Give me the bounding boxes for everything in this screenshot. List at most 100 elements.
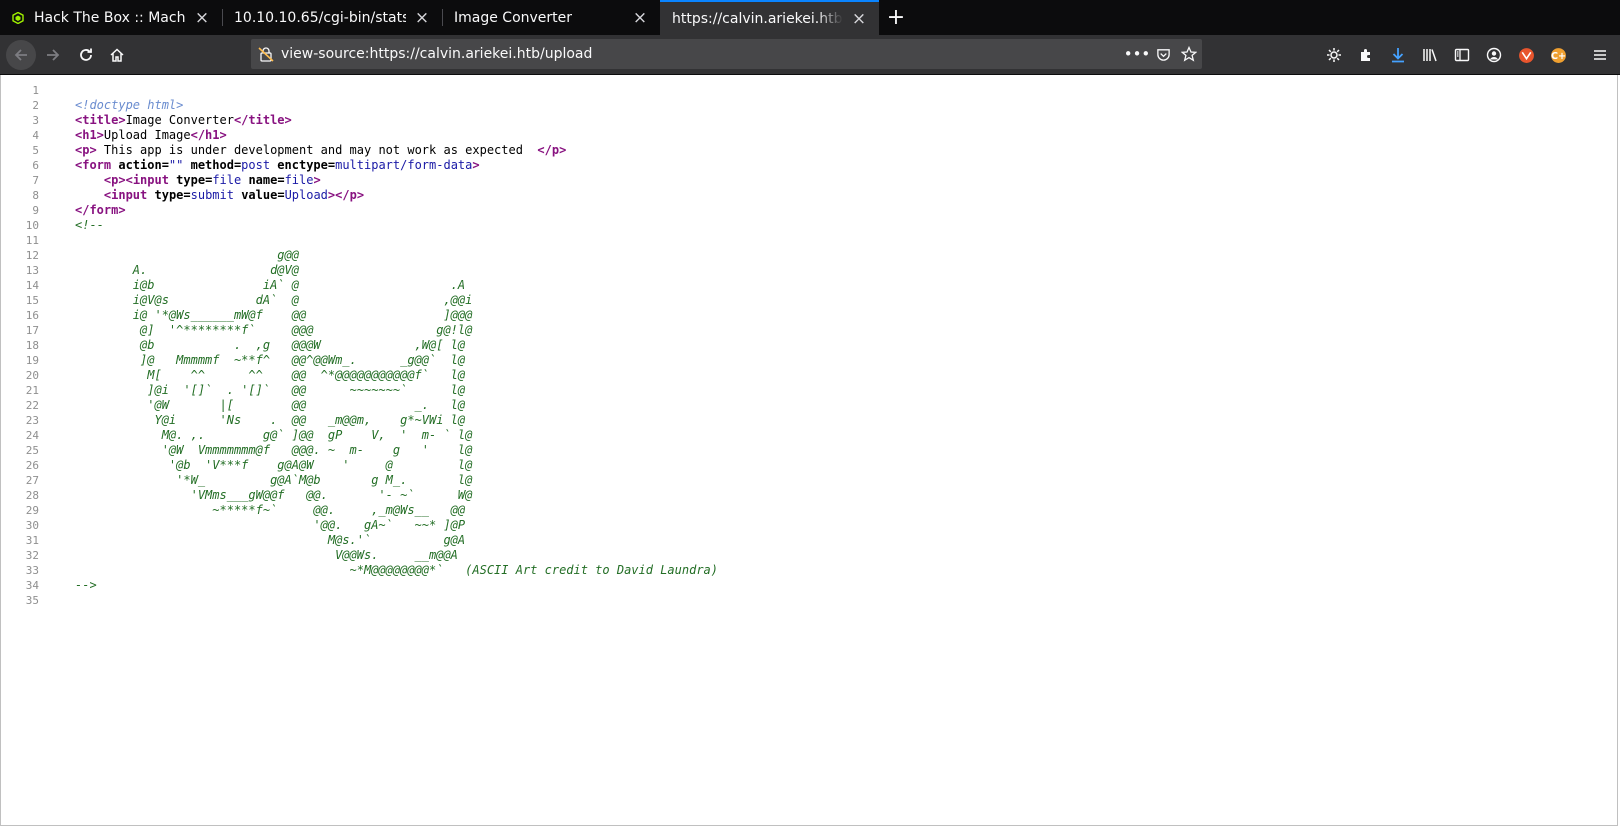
cookie-extension-icon[interactable]: C+ xyxy=(1546,43,1570,67)
close-icon[interactable]: × xyxy=(851,9,867,29)
source-line: 25 '@W Vmmmmmmm@f @@@. ~ m- g ' l@ xyxy=(1,443,1617,458)
account-icon[interactable] xyxy=(1482,43,1506,67)
line-number: 34 xyxy=(25,579,39,592)
line-number: 12 xyxy=(25,249,39,262)
fox-extension-icon[interactable] xyxy=(1514,43,1538,67)
new-tab-button[interactable]: + xyxy=(879,0,913,35)
source-line: 20 M[ ^^ ^^ @@ ^*@@@@@@@@@@@f` l@ xyxy=(1,368,1617,383)
view-source-content: 1 2 <!doctype html> 3 <title>Image Convert… xyxy=(0,75,1618,826)
line-number: 8 xyxy=(32,189,39,202)
source-line: 9 </form> xyxy=(1,203,1617,218)
tab-image-converter[interactable]: Image Converter × xyxy=(442,0,660,35)
line-number: 10 xyxy=(25,219,39,232)
close-icon[interactable]: × xyxy=(632,8,648,28)
ascii-art-line: V@@Ws. __m@@A xyxy=(75,548,458,562)
library-icon[interactable] xyxy=(1418,43,1442,67)
address-bar[interactable]: view-source:https://calvin.ariekei.htb/u… xyxy=(251,39,1202,69)
line-number: 1 xyxy=(32,84,39,97)
close-icon[interactable]: × xyxy=(194,8,210,28)
html-tag: ></p> xyxy=(327,188,365,202)
source-line: 2 <!doctype html> xyxy=(1,98,1617,113)
ascii-art-line: ~*M@@@@@@@@*` xyxy=(75,563,444,577)
ascii-art-line: ]@ Mmmmmf ~**f^ @@^@@Wm_. _g@@` l@ xyxy=(75,353,466,367)
paragraph-text: This app is under development and may no… xyxy=(96,143,538,157)
attribute-value: multipart/form-data xyxy=(335,158,473,172)
reload-button[interactable] xyxy=(71,40,101,70)
html-tag: <p> xyxy=(75,143,97,157)
source-line: 26 '@b 'V***f g@A@W ' @ l@ xyxy=(1,458,1617,473)
line-number: 3 xyxy=(32,114,39,127)
pocket-icon[interactable] xyxy=(1150,47,1176,62)
ascii-art-line: i@ '*@Ws______mW@f @@ ]@@@ xyxy=(75,308,473,322)
html-tag: <h1> xyxy=(75,128,104,142)
line-number: 30 xyxy=(25,519,39,532)
line-number: 35 xyxy=(25,594,39,607)
tab-hack-the-box[interactable]: Hack The Box :: Machines × xyxy=(0,0,222,35)
close-icon[interactable]: × xyxy=(414,8,430,28)
tab-strip: Hack The Box :: Machines × 10.10.10.65/c… xyxy=(0,0,1620,35)
source-line: 35 xyxy=(1,593,1617,608)
source-line: 31 M@s.'` g@A xyxy=(1,533,1617,548)
source-line: 10 <!-- xyxy=(1,218,1617,233)
ascii-art-line: '*W_ g@A`M@b g M_. l@ xyxy=(75,473,473,487)
home-icon xyxy=(110,48,124,62)
ascii-art-line: @] '^********f` @@@ g@!l@ xyxy=(75,323,473,337)
source-line: 19 ]@ Mmmmmf ~**f^ @@^@@Wm_. _g@@` l@ xyxy=(1,353,1617,368)
url-text[interactable]: view-source:https://calvin.ariekei.htb/u… xyxy=(281,46,1124,62)
attribute-value: file xyxy=(212,173,242,187)
ascii-art-line: g@@ xyxy=(75,248,299,262)
arrow-left-icon xyxy=(14,49,27,61)
svg-text:C+: C+ xyxy=(1550,51,1565,62)
attribute-name: value= xyxy=(233,188,285,202)
source-line: 28 'VMms___gW@@f @@. '- ~` W@ xyxy=(1,488,1617,503)
line-number: 19 xyxy=(25,354,39,367)
source-line: 5 <p> This app is under development and m… xyxy=(1,143,1617,158)
insecure-lock-icon[interactable] xyxy=(258,46,274,62)
ascii-art-line: M@. ,. g@` ]@@ gP V, ' m- ` l@ xyxy=(75,428,473,442)
ascii-art-line: 'VMms___gW@@f @@. '- ~` W@ xyxy=(75,488,473,502)
line-number: 28 xyxy=(25,489,39,502)
ascii-art-line: ]@i '[]` . '[]` @@ ~~~~~~~` l@ xyxy=(75,383,466,397)
home-button[interactable] xyxy=(102,40,132,70)
ascii-art-line: '@W |[ @@ _. l@ xyxy=(75,398,466,412)
source-line: 16 i@ '*@Ws______mW@f @@ ]@@@ xyxy=(1,308,1617,323)
download-icon[interactable] xyxy=(1386,43,1410,67)
line-number: 20 xyxy=(25,369,39,382)
tab-title: Image Converter xyxy=(454,9,573,26)
source-line: 7 <p><input type=file name=file> xyxy=(1,173,1617,188)
sidebar-icon[interactable] xyxy=(1450,43,1474,67)
settings-icon[interactable] xyxy=(1322,43,1346,67)
source-line: 12 g@@ xyxy=(1,248,1617,263)
html-tag: <input xyxy=(103,188,148,202)
arrow-right-icon xyxy=(47,49,60,61)
doctype-declaration: <!doctype html> xyxy=(75,98,184,112)
tab-title: 10.10.10.65/cgi-bin/stats xyxy=(234,9,406,26)
extensions-icon[interactable] xyxy=(1354,43,1378,67)
source-line: 18 @b . ,g @@@W ,W@[ l@ xyxy=(1,338,1617,353)
source-line: 22 '@W |[ @@ _. l@ xyxy=(1,398,1617,413)
line-number: 16 xyxy=(25,309,39,322)
line-number: 24 xyxy=(25,429,39,442)
heading-text: Upload Image xyxy=(103,128,191,142)
line-number: 29 xyxy=(25,504,39,517)
back-button[interactable] xyxy=(6,40,36,70)
line-number: 32 xyxy=(25,549,39,562)
attribute-value: Upload xyxy=(284,188,328,202)
tab-cgi-stats[interactable]: 10.10.10.65/cgi-bin/stats × xyxy=(222,0,442,35)
forward-button[interactable] xyxy=(38,40,68,70)
html-tag: </h1> xyxy=(190,128,227,142)
source-line: 32 V@@Ws. __m@@A xyxy=(1,548,1617,563)
menu-icon[interactable] xyxy=(1588,43,1612,67)
tab-upload-active[interactable]: https://calvin.ariekei.htb/upload × xyxy=(660,0,879,35)
html-tag: <input xyxy=(125,173,169,187)
html-tag: </form> xyxy=(75,203,126,217)
line-number: 14 xyxy=(25,279,39,292)
html-tag: > xyxy=(472,158,480,172)
bookmark-star-icon[interactable] xyxy=(1176,46,1202,62)
navigation-toolbar: view-source:https://calvin.ariekei.htb/u… xyxy=(0,35,1620,75)
line-number: 13 xyxy=(25,264,39,277)
page-actions-icon[interactable]: ••• xyxy=(1124,45,1151,63)
source-line: 27 '*W_ g@A`M@b g M_. l@ xyxy=(1,473,1617,488)
html-tag: <title> xyxy=(75,113,126,127)
